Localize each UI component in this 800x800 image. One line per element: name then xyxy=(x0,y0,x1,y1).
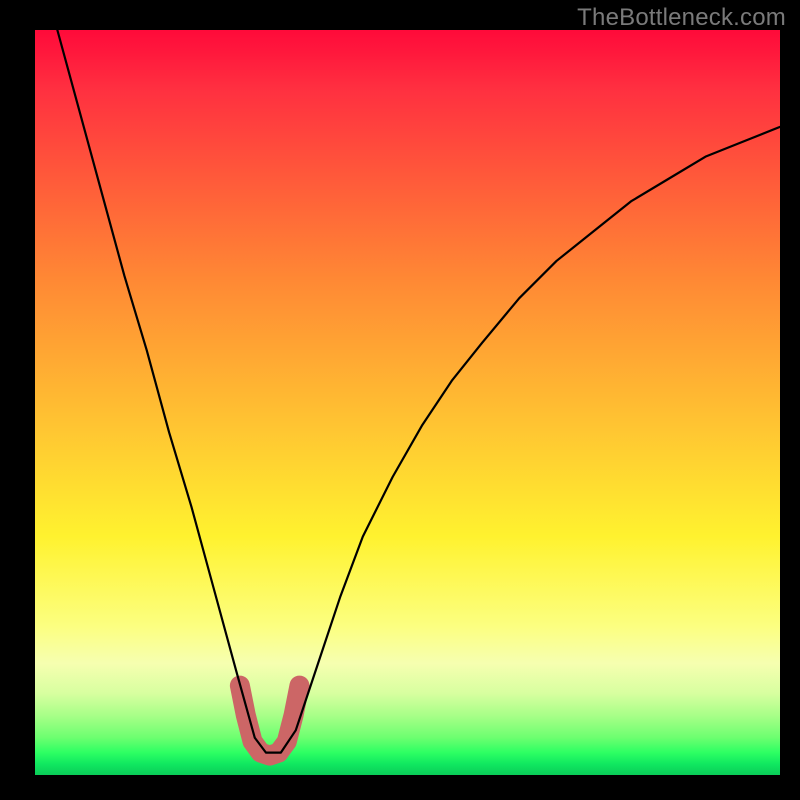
chart-frame: TheBottleneck.com xyxy=(0,0,800,800)
curve-layer xyxy=(0,0,800,800)
watermark-text: TheBottleneck.com xyxy=(577,4,786,32)
bottleneck-curve xyxy=(57,30,780,753)
highlight-u-marker xyxy=(240,686,300,756)
